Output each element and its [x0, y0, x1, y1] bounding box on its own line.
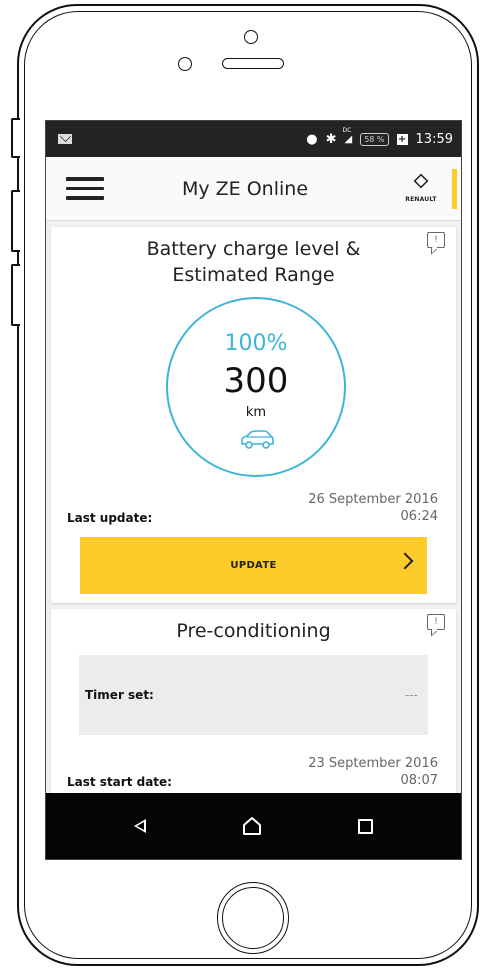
- last-update-time: 06:24: [400, 509, 438, 524]
- menu-line: [66, 177, 104, 181]
- app-bar: My ZE Online RENAULT: [46, 157, 461, 221]
- last-start-time: 08:07: [400, 773, 438, 788]
- battery-title-line2: Estimated Range: [172, 264, 335, 286]
- last-update-date: 26 September 2016: [308, 492, 438, 507]
- range-unit: km: [245, 405, 267, 420]
- timer-value: ---: [405, 688, 418, 702]
- info-icon[interactable]: !: [427, 232, 445, 248]
- last-update-label: Last update:: [67, 511, 153, 525]
- back-icon[interactable]: [134, 819, 146, 833]
- battery-gauge: 100% 300 km: [166, 297, 346, 477]
- bluetooth-icon: ✱: [325, 131, 337, 147]
- earpiece-speaker: [222, 58, 284, 69]
- front-camera: [244, 30, 258, 44]
- range-value: 300: [223, 361, 289, 401]
- chevron-right-icon: [396, 552, 414, 570]
- update-button[interactable]: UPDATE: [80, 537, 427, 594]
- accent-marker: [452, 168, 457, 209]
- physical-home-button[interactable]: [217, 882, 289, 954]
- last-start-date: 23 September 2016: [308, 756, 438, 771]
- last-start-row: Last start date: 23 September 2016 08:07: [67, 755, 438, 789]
- timer-box: Timer set: ---: [79, 655, 428, 735]
- car-icon: [241, 430, 274, 449]
- info-icon[interactable]: !: [427, 614, 445, 630]
- signal-icon: DC ◢: [342, 126, 353, 145]
- update-button-label: UPDATE: [230, 560, 277, 571]
- charge-percent: 100%: [224, 331, 288, 356]
- last-start-value: 23 September 2016 08:07: [308, 755, 438, 789]
- mail-icon: [58, 134, 72, 144]
- battery-card: ! Battery charge level & Estimated Range…: [51, 227, 456, 603]
- menu-line: [66, 186, 104, 191]
- last-start-label: Last start date:: [67, 775, 172, 789]
- mute-switch: [11, 118, 20, 158]
- last-update-row: Last update: 26 September 2016 06:24: [67, 491, 438, 525]
- home-icon[interactable]: [242, 816, 262, 836]
- app-title: My ZE Online: [181, 177, 309, 200]
- renault-diamond-icon: [414, 174, 428, 194]
- preconditioning-title: Pre-conditioning: [176, 620, 331, 642]
- menu-icon[interactable]: [66, 177, 104, 200]
- phone-screen: ● ✱ DC ◢ 58 % + 13:59 My ZE Online RENAUL…: [45, 120, 462, 860]
- battery-card-title: Battery charge level & Estimated Range: [51, 227, 456, 288]
- timer-label: Timer set:: [85, 688, 154, 702]
- network-label: DC: [342, 126, 352, 134]
- android-nav-bar: [46, 793, 461, 859]
- battery-icon: 58 %: [360, 132, 389, 146]
- recent-apps-icon[interactable]: [358, 818, 373, 834]
- volume-up-button: [11, 190, 20, 252]
- status-bar: ● ✱ DC ◢ 58 % + 13:59: [46, 121, 461, 157]
- proximity-sensor: [178, 57, 192, 71]
- last-update-value: 26 September 2016 06:24: [308, 491, 438, 525]
- charging-icon: +: [396, 133, 408, 145]
- renault-logo: RENAULT: [396, 174, 446, 203]
- menu-line: [66, 196, 104, 200]
- preconditioning-card: ! Pre-conditioning Timer set: --- Last s…: [51, 609, 456, 809]
- volume-down-button: [11, 264, 20, 326]
- status-clock: 13:59: [415, 131, 453, 147]
- location-icon: ●: [306, 131, 318, 147]
- renault-logo-text: RENAULT: [405, 196, 437, 203]
- battery-title-line1: Battery charge level &: [146, 238, 361, 260]
